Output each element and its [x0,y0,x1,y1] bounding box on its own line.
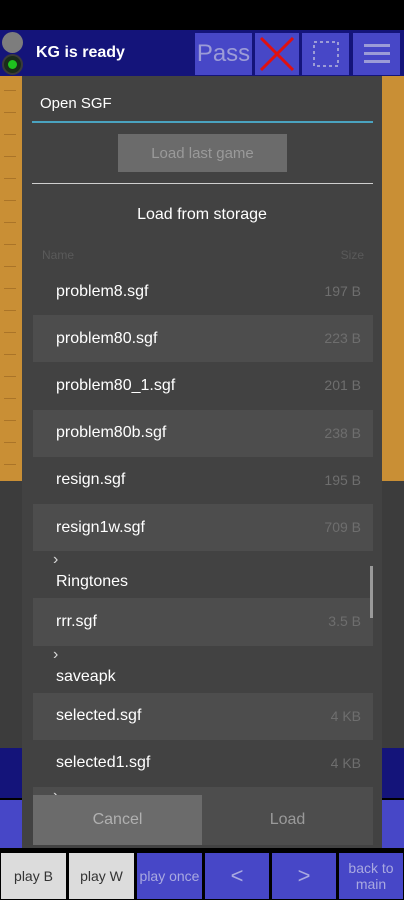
file-name: problem8.sgf [56,282,149,300]
file-name: problem80_1.sgf [56,376,176,394]
engine-status: KG is ready [36,44,125,61]
ready-indicator-icon [2,54,23,75]
file-size: 195 B [324,471,361,488]
folder-name: saveapk [56,667,116,685]
file-name: problem80b.sgf [56,424,167,442]
file-size: 201 B [324,377,361,394]
selection-icon [312,41,339,67]
file-row[interactable]: problem8.sgf 197 B [33,268,373,315]
pass-button[interactable]: Pass [195,33,252,75]
load-from-storage-label: Load from storage [137,206,267,223]
play-white-button[interactable]: play W [69,853,134,899]
file-list-scrollbar[interactable] [370,566,373,618]
file-row[interactable]: resign1w.sgf 709 B [33,503,373,552]
chevron-right-icon: › [53,551,59,569]
board-edge-right [382,76,404,481]
chevron-right-icon: › [53,645,59,663]
file-row[interactable]: selected1.sgf 4 KB [33,740,373,787]
name-column-header: Name [42,248,75,262]
file-row[interactable]: rrr.sgf 3.5 B [33,598,373,646]
panel-edge-right [382,481,404,748]
file-name: resign1w.sgf [56,518,145,536]
engine-indicator-icon [2,32,23,53]
file-size: 3.5 B [328,613,361,630]
folder-name: Ringtones [56,573,129,591]
dialog-title: Open SGF [40,95,112,112]
file-size: 238 B [324,424,361,441]
play-black-button[interactable]: play B [1,853,66,899]
file-row[interactable]: problem80.sgf 223 B [33,315,373,363]
next-move-button[interactable]: > [272,853,336,899]
file-row[interactable]: problem80b.sgf 238 B [33,409,373,457]
file-size: 223 B [324,330,361,347]
file-row[interactable]: selected.sgf 4 KB [33,692,373,740]
load-last-game-button[interactable]: Load last game [118,134,287,172]
selection-button[interactable] [302,33,349,75]
play-once-button[interactable]: play once [137,853,202,899]
size-column-header: Size [340,248,364,262]
menu-button[interactable] [353,33,400,75]
control-edge-left [0,800,22,848]
file-size: 4 KB [330,754,361,771]
open-sgf-dialog: Open SGF Load last game Load from storag… [22,76,382,848]
file-size: 709 B [324,519,361,536]
folder-row[interactable]: › saveapk [33,646,373,693]
title-divider [32,121,373,123]
file-name: rrr.sgf [56,612,97,630]
file-name: selected1.sgf [56,754,151,772]
section-divider [32,183,373,184]
back-to-main-button[interactable]: back to main [339,853,403,899]
status-bar [0,0,404,30]
file-list: problem8.sgf 197 Bproblem80.sgf 223 Bprobl… [33,268,373,796]
control-edge-right [382,800,404,848]
file-name: selected.sgf [56,707,142,725]
file-size: 4 KB [330,707,361,724]
previous-move-button[interactable]: < [205,853,269,899]
file-row[interactable]: resign.sgf 195 B [33,457,373,504]
cancel-x-icon [259,36,295,72]
panel-edge-left [0,481,22,748]
menu-icon [363,44,390,63]
file-name: resign.sgf [56,471,126,489]
file-name: problem80.sgf [56,329,158,347]
cancel-x-button[interactable] [255,33,299,75]
load-button[interactable]: Load [202,795,373,845]
cancel-button[interactable]: Cancel [33,795,202,845]
file-size: 197 B [324,283,361,300]
board-grid [4,90,16,470]
folder-row[interactable]: › Ringtones [33,551,373,598]
file-row[interactable]: problem80_1.sgf 201 B [33,362,373,409]
